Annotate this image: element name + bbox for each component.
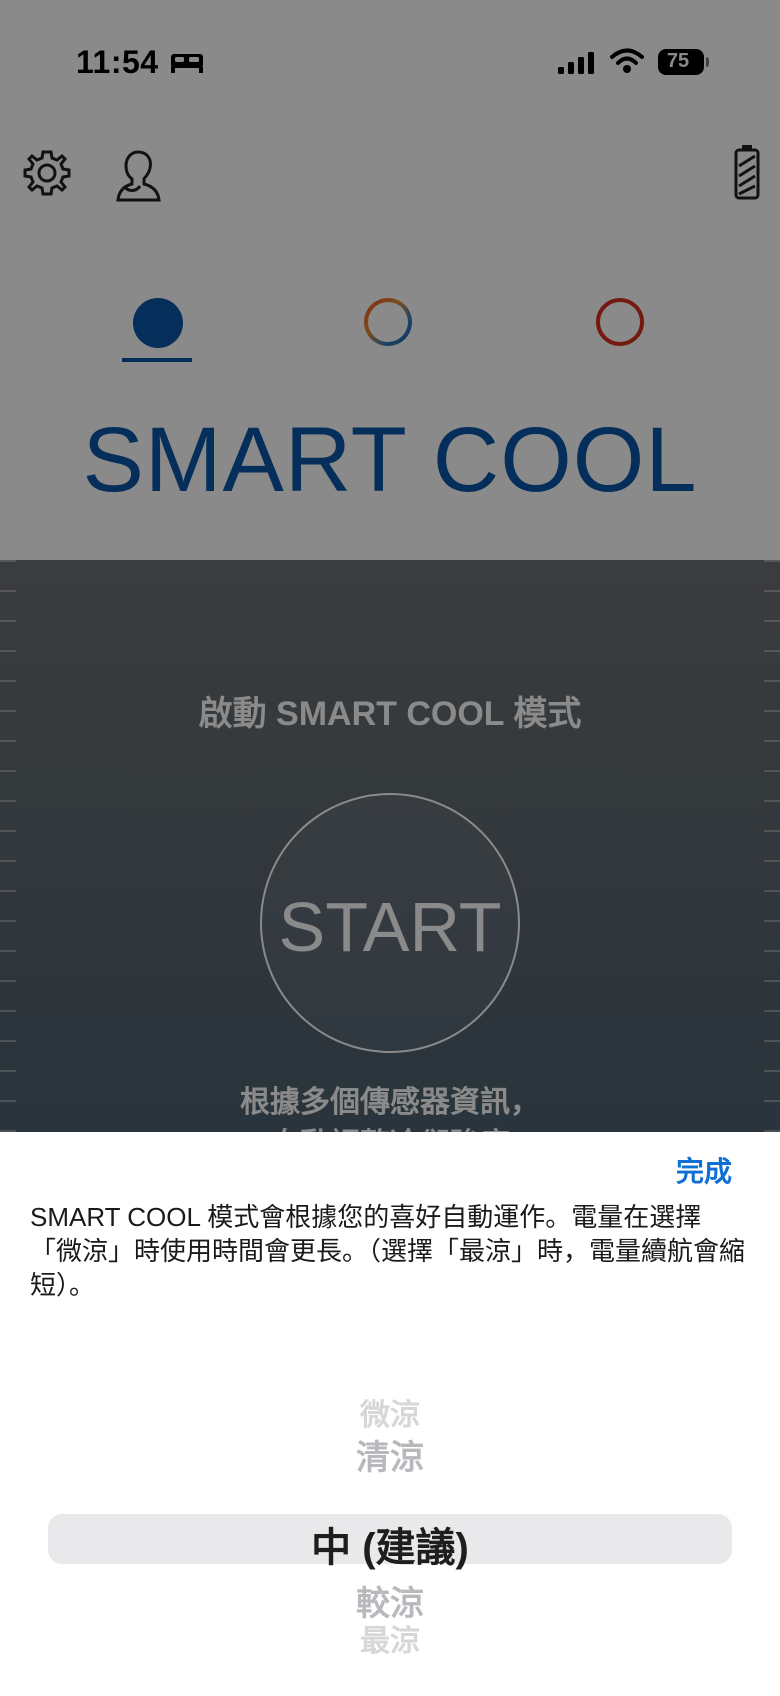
picker-option[interactable]: 微涼	[0, 1390, 780, 1434]
cooling-level-picker[interactable]: 微涼 清涼 中 (建議) 較涼 最涼	[0, 1380, 780, 1658]
done-button[interactable]: 完成	[676, 1150, 732, 1190]
picker-option[interactable]: 最涼	[0, 1616, 780, 1660]
picker-option[interactable]: 清涼	[0, 1430, 780, 1479]
app-screen: 11:54 75 SMART COOL 啟動 SMART COOL 模式 STA…	[0, 0, 780, 1696]
picker-option-selected[interactable]: 中 (建議)	[0, 1515, 780, 1573]
sheet-description: SMART COOL 模式會根據您的喜好自動運作。電量在選擇「微涼」時使用時間會…	[30, 1202, 746, 1300]
bottom-sheet: 完成 SMART COOL 模式會根據您的喜好自動運作。電量在選擇「微涼」時使用…	[0, 1132, 780, 1696]
